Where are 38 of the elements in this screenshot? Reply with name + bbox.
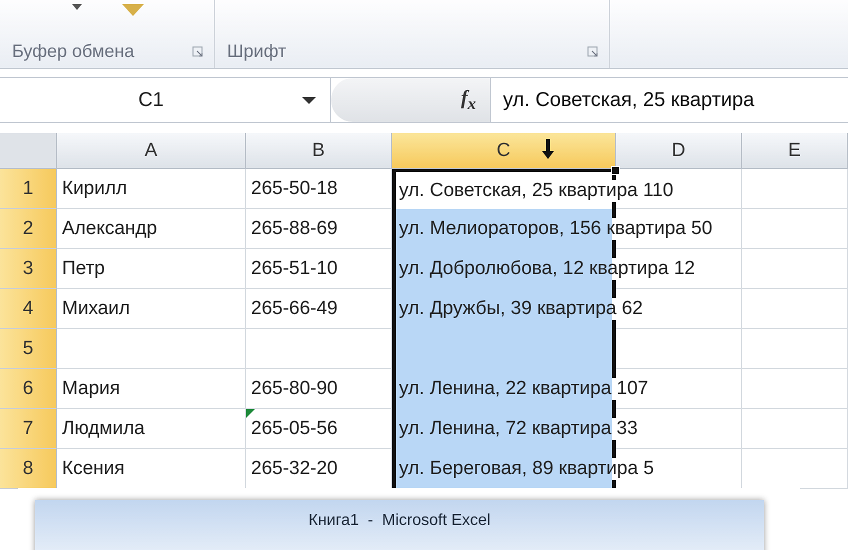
cell-text: ул. Дружбы, 39 квартира 62: [399, 298, 643, 320]
window-title: Книга1 - Microsoft Excel: [308, 512, 490, 531]
fill-handle[interactable]: [611, 166, 620, 175]
column-header[interactable]: C: [392, 133, 616, 169]
row-header[interactable]: 7: [0, 409, 57, 449]
cell-text: ул. Ленина, 72 квартира 33: [399, 418, 638, 440]
column-header[interactable]: E: [742, 133, 848, 169]
column-header[interactable]: D: [616, 133, 742, 169]
column-header[interactable]: B: [246, 133, 392, 169]
row-header[interactable]: 5: [0, 329, 57, 369]
dropdown-icon[interactable]: [302, 95, 316, 105]
column-header[interactable]: A: [57, 133, 246, 169]
row-header[interactable]: 8: [0, 449, 57, 489]
group-label: Шрифт: [227, 41, 286, 62]
row-header[interactable]: 1: [0, 169, 57, 209]
dialog-launcher-icon[interactable]: [192, 46, 204, 58]
row-header[interactable]: 2: [0, 209, 57, 249]
row-header[interactable]: 3: [0, 249, 57, 289]
caret-icon[interactable]: [72, 4, 82, 10]
cell-text: ул. Ленина, 22 квартира 107: [399, 378, 648, 400]
table-cell: Мария: [57, 369, 246, 409]
insert-function-button[interactable]: f$_{x}$: [331, 78, 491, 122]
table-cell: Кирилл: [57, 169, 246, 209]
row-header[interactable]: 6: [0, 369, 57, 409]
name-box[interactable]: C1: [0, 78, 331, 122]
cell-text: ул. Советская, 25 квартира 110: [399, 180, 674, 202]
dialog-launcher-icon[interactable]: [587, 46, 599, 58]
table-cell: Петр: [57, 249, 246, 289]
row-header[interactable]: 4: [0, 289, 57, 329]
group-label: Буфер обмена: [12, 41, 134, 62]
cell-text: ул. Мелиораторов, 156 квартира 50: [399, 218, 712, 240]
cell-text: ул. Добролюбова, 12 квартира 12: [399, 258, 695, 280]
table-cell: Людмила: [57, 409, 246, 449]
table-cell: Александр: [57, 209, 246, 249]
cell-text: ул. Береговая, 89 квартира 5: [399, 458, 654, 480]
table-cell: Михаил: [57, 289, 246, 329]
down-arrow-cursor-icon: [542, 139, 554, 159]
formula-field[interactable]: ул. Советская, 25 квартира: [491, 88, 848, 112]
